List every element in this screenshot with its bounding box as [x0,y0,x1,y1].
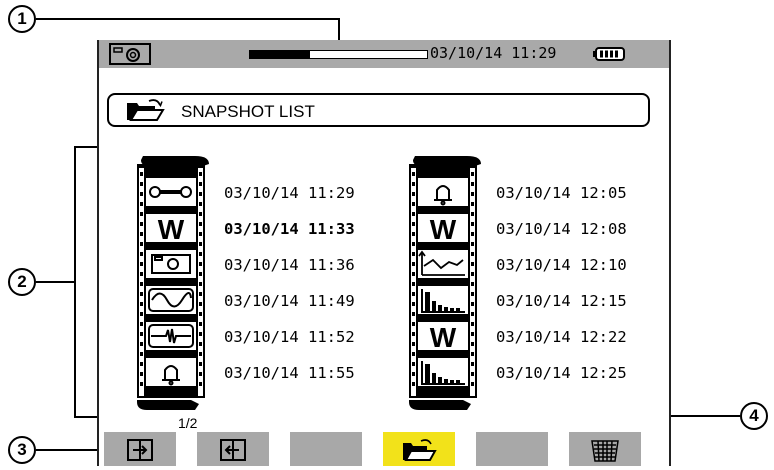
status-bar: 03/10/14 11:29 [99,40,669,68]
page-indicator: 1/2 [178,415,198,431]
list-item[interactable]: 03/10/14 12:10 [496,256,627,274]
list-item[interactable]: 03/10/14 12:25 [496,364,627,382]
list-item[interactable]: 03/10/14 11:36 [224,256,355,274]
softkey-page-back[interactable] [197,432,269,466]
device-screen: 03/10/14 11:29 SNAPSHOT LIST W 03/10/14 … [97,40,671,466]
progress-bar [249,50,428,59]
callout-4: 4 [740,402,768,430]
list-item[interactable]: 03/10/14 12:08 [496,220,627,238]
list-item[interactable]: 03/10/14 11:49 [224,292,355,310]
page-title: SNAPSHOT LIST [181,102,315,121]
page-back-icon [220,439,246,461]
callout-2-line [36,281,76,283]
title-bar: SNAPSHOT LIST [107,93,650,127]
callout-3: 3 [8,436,36,464]
callout-1: 1 [8,5,36,33]
camera-icon[interactable] [109,43,151,65]
list-item-selected[interactable]: 03/10/14 11:33 [224,220,355,238]
status-datetime: 03/10/14 11:29 [430,44,557,62]
progress-fill [250,51,311,58]
softkey-open-folder[interactable] [383,432,455,466]
callout-1-line [36,18,339,20]
list-item[interactable]: 03/10/14 12:05 [496,184,627,202]
list-item[interactable]: 03/10/14 12:22 [496,328,627,346]
trash-bin-icon [591,440,619,462]
open-folder-icon [403,439,437,461]
w-power-icon: W [430,322,457,353]
w-power-icon: W [158,214,185,245]
softkey-page-forward[interactable] [104,432,176,466]
film-strip-right: W W [405,154,489,416]
battery-icon [593,46,625,61]
film-strip-left-graphic: W [137,156,209,410]
list-item[interactable]: 03/10/14 12:15 [496,292,627,310]
softkey-empty-1[interactable] [290,432,362,466]
w-power-icon: W [430,214,457,245]
list-item[interactable]: 03/10/14 11:52 [224,328,355,346]
callout-2-bracket [74,146,76,418]
list-item[interactable]: 03/10/14 11:55 [224,364,355,382]
callout-2: 2 [8,268,36,296]
film-strip-left: W [133,154,217,416]
softkey-delete[interactable] [569,432,641,466]
open-folder-icon [125,98,165,126]
list-item[interactable]: 03/10/14 11:29 [224,184,355,202]
page-forward-icon [127,439,153,461]
film-strip-right-graphic: W W [409,156,481,410]
softkey-empty-2[interactable] [476,432,548,466]
